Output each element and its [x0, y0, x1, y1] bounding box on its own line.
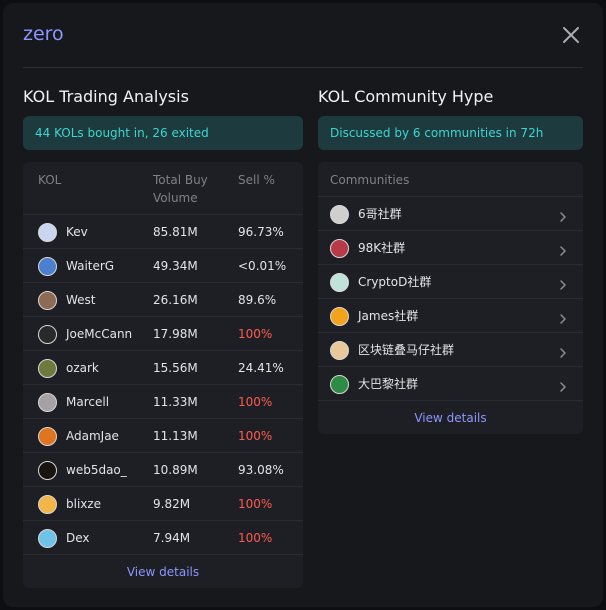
kol-sell-percent: 100%	[238, 497, 273, 511]
chevron-right-icon	[557, 310, 569, 324]
kol-section-title: KOL Trading Analysis	[23, 87, 189, 106]
kol-avatar	[38, 359, 57, 378]
close-icon[interactable]	[561, 25, 581, 45]
kol-name: JoeMcCann	[66, 327, 133, 341]
community-name: 大巴黎社群	[358, 377, 419, 391]
kol-avatar	[38, 291, 57, 310]
community-avatar	[330, 307, 349, 326]
community-row[interactable]: 大巴黎社群	[318, 366, 583, 401]
kol-table: KOL Total Buy Volume Sell % Kev 85.81M 96.…	[23, 162, 303, 588]
kol-name: Kev	[66, 225, 88, 239]
kol-avatar	[38, 223, 57, 242]
kol-volume: 85.81M	[153, 225, 198, 239]
kol-sell-percent: 100%	[238, 327, 273, 341]
community-name: James社群	[358, 309, 419, 323]
kol-row[interactable]: WaiterG 49.34M <0.01%	[23, 248, 303, 283]
kol-column-header: KOL	[38, 173, 62, 187]
kol-sell-percent: 100%	[238, 531, 273, 545]
community-row[interactable]: James社群	[318, 298, 583, 333]
chevron-right-icon	[557, 208, 569, 222]
kol-row[interactable]: West 26.16M 89.6%	[23, 282, 303, 317]
kol-row[interactable]: blixze 9.82M 100%	[23, 486, 303, 521]
community-row[interactable]: 98K社群	[318, 230, 583, 265]
kol-avatar	[38, 393, 57, 412]
kol-sell-percent: 24.41%	[238, 361, 284, 375]
kol-row[interactable]: Kev 85.81M 96.73%	[23, 214, 303, 249]
community-avatar	[330, 273, 349, 292]
volume-header-line2: Volume	[153, 191, 198, 205]
kol-row[interactable]: Marcell 11.33M 100%	[23, 384, 303, 419]
table-end-divider	[23, 554, 303, 555]
kol-name: blixze	[66, 497, 102, 511]
kol-avatar	[38, 257, 57, 276]
kol-sell-percent: <0.01%	[238, 259, 287, 273]
kol-avatar	[38, 495, 57, 514]
kol-sell-percent: 93.08%	[238, 463, 284, 477]
community-view-details-link[interactable]: View details	[318, 411, 583, 425]
kol-name: West	[66, 293, 96, 307]
community-avatar	[330, 341, 349, 360]
kol-name: Marcell	[66, 395, 110, 409]
community-name: 6哥社群	[358, 207, 402, 221]
kol-row[interactable]: JoeMcCann 17.98M 100%	[23, 316, 303, 351]
chevron-right-icon	[557, 242, 569, 256]
kol-summary-banner: 44 KOLs bought in, 26 exited	[23, 116, 303, 150]
kol-avatar	[38, 529, 57, 548]
kol-volume: 11.33M	[153, 395, 198, 409]
kol-row[interactable]: web5dao_ 10.89M 93.08%	[23, 452, 303, 487]
kol-volume: 15.56M	[153, 361, 198, 375]
community-list: Communities 6哥社群 98K社群 CryptoD社群 James社群区块链…	[318, 162, 583, 434]
communities-column-header: Communities	[330, 173, 410, 187]
kol-avatar	[38, 461, 57, 480]
volume-header-line1: Total Buy	[153, 173, 208, 187]
kol-volume: 9.82M	[153, 497, 191, 511]
list-end-divider	[318, 400, 583, 401]
kol-sell-percent: 100%	[238, 429, 273, 443]
community-name: 区块链叠马仔社群	[358, 343, 455, 357]
kol-avatar	[38, 325, 57, 344]
community-avatar	[330, 205, 349, 224]
kol-volume: 26.16M	[153, 293, 198, 307]
kol-row[interactable]: AdamJae 11.13M 100%	[23, 418, 303, 453]
community-row[interactable]: 区块链叠马仔社群	[318, 332, 583, 367]
kol-name: Dex	[66, 531, 90, 545]
community-summary-banner: Discussed by 6 communities in 72h	[318, 116, 583, 150]
community-section-title: KOL Community Hype	[318, 87, 494, 106]
kol-sell-percent: 100%	[238, 395, 273, 409]
kol-volume: 17.98M	[153, 327, 198, 341]
kol-volume: 7.94M	[153, 531, 191, 545]
chevron-right-icon	[557, 276, 569, 290]
kol-sell-percent: 89.6%	[238, 293, 277, 307]
kol-row[interactable]: Dex 7.94M 100%	[23, 520, 303, 555]
volume-column-header: Total Buy Volume	[153, 171, 208, 207]
community-avatar	[330, 375, 349, 394]
community-name: CryptoD社群	[358, 275, 432, 289]
community-name: 98K社群	[358, 241, 406, 255]
kol-avatar	[38, 427, 57, 446]
kol-analysis-modal: zero KOL Trading Analysis 44 KOLs bought…	[3, 3, 603, 607]
kol-name: AdamJae	[66, 429, 119, 443]
kol-row[interactable]: ozark 15.56M 24.41%	[23, 350, 303, 385]
kol-name: WaiterG	[66, 259, 115, 273]
kol-view-details-link[interactable]: View details	[23, 565, 303, 579]
kol-name: web5dao_	[66, 463, 127, 477]
chevron-right-icon	[557, 344, 569, 358]
community-row[interactable]: 6哥社群	[318, 196, 583, 231]
kol-volume: 11.13M	[153, 429, 198, 443]
sell-column-header: Sell %	[238, 173, 275, 187]
kol-sell-percent: 96.73%	[238, 225, 284, 239]
kol-volume: 49.34M	[153, 259, 198, 273]
header-divider	[23, 67, 583, 68]
modal-title: zero	[23, 23, 64, 45]
community-avatar	[330, 239, 349, 258]
kol-volume: 10.89M	[153, 463, 198, 477]
kol-name: ozark	[66, 361, 99, 375]
chevron-right-icon	[557, 378, 569, 392]
community-row[interactable]: CryptoD社群	[318, 264, 583, 299]
